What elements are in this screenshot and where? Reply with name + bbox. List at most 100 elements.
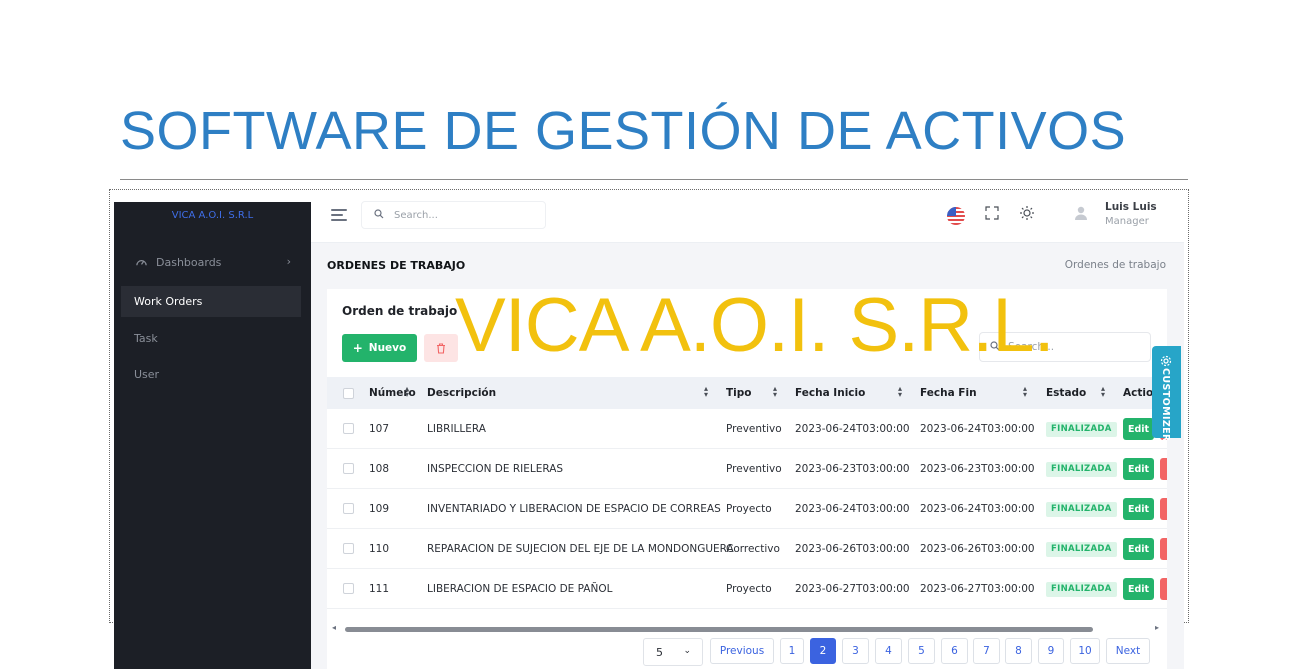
table-row[interactable]: 111 LIBERACION DE ESPACIO DE PAÑOL Proye… xyxy=(327,569,1167,609)
sidebar-item-task[interactable]: Task xyxy=(121,323,301,354)
search-placeholder: Search... xyxy=(394,209,438,221)
page-button-10[interactable]: 10 xyxy=(1070,638,1100,664)
sidebar-item-label: Task xyxy=(134,332,158,345)
edit-button[interactable]: Edit xyxy=(1123,458,1154,480)
cell-fecha-fin: 2023-06-23T03:00:00 xyxy=(920,463,1035,475)
table-row[interactable]: 108 INSPECCION DE RIELERAS Preventivo 20… xyxy=(327,449,1167,489)
delete-row-button[interactable] xyxy=(1160,538,1167,560)
user-role: Manager xyxy=(1105,216,1149,227)
cell-tipo: Correctivo xyxy=(726,543,780,555)
table-row[interactable]: 109 INVENTARIADO Y LIBERACION DE ESPACIO… xyxy=(327,489,1167,529)
cell-fecha-fin: 2023-06-26T03:00:00 xyxy=(920,543,1035,555)
chevron-right-icon: › xyxy=(286,255,291,268)
row-checkbox[interactable] xyxy=(343,423,354,434)
column-header-tipo[interactable]: Tipo xyxy=(726,387,752,399)
sort-icon[interactable]: ▴ ▾ xyxy=(1023,385,1027,399)
sort-icon[interactable]: ▴ ▾ xyxy=(405,385,409,399)
column-header-descripcion[interactable]: Descripción xyxy=(427,387,496,399)
menu-toggle-icon[interactable] xyxy=(331,209,347,221)
user-name[interactable]: Luis Luis xyxy=(1105,201,1157,213)
page-size-select[interactable]: 5 ⌄ xyxy=(643,638,703,666)
sort-icon[interactable]: ▴ ▾ xyxy=(704,385,708,399)
search-input[interactable]: Search... xyxy=(361,201,546,229)
title-divider xyxy=(120,179,1188,180)
edit-button[interactable]: Edit xyxy=(1123,538,1154,560)
cell-descripcion: LIBERACION DE ESPACIO DE PAÑOL xyxy=(427,583,613,595)
chevron-down-icon: ⌄ xyxy=(683,646,691,656)
sort-icon[interactable]: ▴ ▾ xyxy=(773,385,777,399)
table-row[interactable]: 110 REPARACION DE SUJECION DEL EJE DE LA… xyxy=(327,529,1167,569)
row-checkbox[interactable] xyxy=(343,503,354,514)
scrollbar-thumb[interactable] xyxy=(345,627,1093,632)
status-badge: FINALIZADA xyxy=(1046,462,1117,477)
search-icon xyxy=(374,208,384,222)
new-button-label: Nuevo xyxy=(368,342,407,354)
next-page-button[interactable]: Next xyxy=(1106,638,1150,664)
previous-page-button[interactable]: Previous xyxy=(710,638,774,664)
cell-fecha-fin: 2023-06-24T03:00:00 xyxy=(920,503,1035,515)
page-button-1[interactable]: 1 xyxy=(780,638,804,664)
scroll-left-icon[interactable]: ◂ xyxy=(332,623,336,632)
page-button-7[interactable]: 7 xyxy=(973,638,1000,664)
row-checkbox[interactable] xyxy=(343,583,354,594)
status-badge: FINALIZADA xyxy=(1046,422,1117,437)
sidebar-item-dashboards[interactable]: Dashboards › xyxy=(121,247,301,278)
breadcrumb[interactable]: Ordenes de trabajo xyxy=(1065,259,1166,271)
sidebar-item-user[interactable]: User xyxy=(121,359,301,390)
column-header-fecha-fin[interactable]: Fecha Fin xyxy=(920,387,977,399)
customizer-tab[interactable]: CUSTOMIZER xyxy=(1152,346,1181,442)
card-title: Orden de trabajo xyxy=(342,304,458,318)
gauge-icon xyxy=(134,256,148,270)
edit-button[interactable]: Edit xyxy=(1123,418,1154,440)
page-title: ORDENES DE TRABAJO xyxy=(327,259,466,272)
delete-button[interactable] xyxy=(424,334,458,362)
delete-row-button[interactable] xyxy=(1160,498,1167,520)
fullscreen-icon[interactable] xyxy=(984,205,1002,223)
page-button-5[interactable]: 5 xyxy=(908,638,935,664)
page-button-9[interactable]: 9 xyxy=(1038,638,1064,664)
page-button-2[interactable]: 2 xyxy=(810,638,836,664)
cell-numero: 109 xyxy=(369,503,390,515)
edit-button[interactable]: Edit xyxy=(1123,578,1154,600)
page-button-8[interactable]: 8 xyxy=(1005,638,1032,664)
slide-title: SOFTWARE DE GESTIÓN DE ACTIVOS xyxy=(120,101,1127,161)
cell-tipo: Preventivo xyxy=(726,423,782,435)
sidebar-item-label: Dashboards xyxy=(156,256,222,269)
cell-numero: 108 xyxy=(369,463,390,475)
horizontal-scrollbar[interactable]: ◂ ▸ xyxy=(327,621,1167,637)
delete-row-button[interactable] xyxy=(1160,458,1167,480)
page-button-6[interactable]: 6 xyxy=(941,638,968,664)
trash-icon xyxy=(436,339,446,358)
edit-button[interactable]: Edit xyxy=(1123,498,1154,520)
row-checkbox[interactable] xyxy=(343,463,354,474)
plus-icon: + xyxy=(352,341,363,355)
page-button-4[interactable]: 4 xyxy=(875,638,902,664)
user-avatar-icon[interactable] xyxy=(1073,205,1091,223)
new-button[interactable]: + Nuevo xyxy=(342,334,417,362)
column-header-fecha-inicio[interactable]: Fecha Inicio xyxy=(795,387,865,399)
sort-icon[interactable]: ▴ ▾ xyxy=(898,385,902,399)
cell-fecha-inicio: 2023-06-23T03:00:00 xyxy=(795,463,910,475)
cell-fecha-fin: 2023-06-24T03:00:00 xyxy=(920,423,1035,435)
status-badge: FINALIZADA xyxy=(1046,502,1117,517)
table-header: Número ▴ ▾ Descripción ▴ ▾ Tipo ▴ ▾ Fecha I… xyxy=(327,377,1167,409)
cell-fecha-inicio: 2023-06-24T03:00:00 xyxy=(795,423,910,435)
column-header-estado[interactable]: Estado xyxy=(1046,387,1086,399)
cell-fecha-fin: 2023-06-27T03:00:00 xyxy=(920,583,1035,595)
sidebar-item-label: Work Orders xyxy=(134,295,203,308)
us-flag-icon[interactable] xyxy=(947,207,965,225)
sort-icon[interactable]: ▴ ▾ xyxy=(1101,385,1105,399)
row-checkbox[interactable] xyxy=(343,543,354,554)
delete-row-button[interactable] xyxy=(1160,578,1167,600)
table-row[interactable]: 107 LIBRILLERA Preventivo 2023-06-24T03:… xyxy=(327,409,1167,449)
sidebar-item-work-orders[interactable]: Work Orders xyxy=(121,286,301,317)
select-all-checkbox[interactable] xyxy=(343,388,354,399)
page-button-3[interactable]: 3 xyxy=(842,638,869,664)
scroll-right-icon[interactable]: ▸ xyxy=(1155,623,1159,632)
cell-tipo: Proyecto xyxy=(726,583,772,595)
sidebar-brand[interactable]: VICA A.O.I. S.R.L xyxy=(114,210,311,221)
cell-descripcion: LIBRILLERA xyxy=(427,423,486,435)
theme-toggle-icon[interactable] xyxy=(1019,205,1037,223)
gear-icon xyxy=(1160,352,1172,367)
page-size-value: 5 xyxy=(656,645,663,659)
